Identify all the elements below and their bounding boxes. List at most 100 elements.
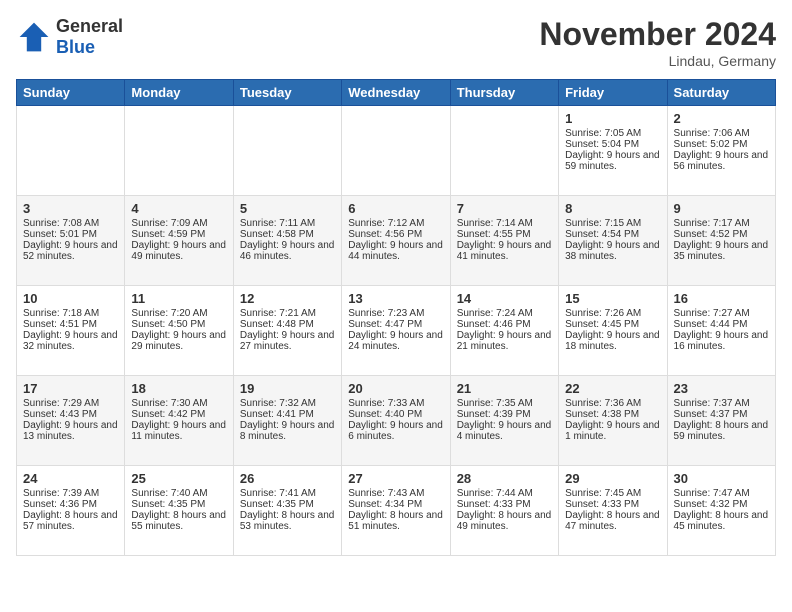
sunrise-text: Sunrise: 7:24 AM (457, 308, 533, 319)
sunset-text: Sunset: 4:51 PM (23, 319, 97, 330)
calendar-cell: 18Sunrise: 7:30 AMSunset: 4:42 PMDayligh… (125, 376, 233, 466)
sunset-text: Sunset: 4:58 PM (240, 229, 314, 240)
sunset-text: Sunset: 4:40 PM (348, 409, 422, 420)
sunrise-text: Sunrise: 7:33 AM (348, 398, 424, 409)
sunset-text: Sunset: 4:43 PM (23, 409, 97, 420)
header: General Blue November 2024 Lindau, Germa… (16, 16, 776, 69)
daylight-text: Daylight: 8 hours and 51 minutes. (348, 510, 443, 532)
daylight-text: Daylight: 9 hours and 52 minutes. (23, 240, 118, 262)
day-number: 25 (131, 471, 226, 486)
daylight-text: Daylight: 9 hours and 44 minutes. (348, 240, 443, 262)
sunrise-text: Sunrise: 7:30 AM (131, 398, 207, 409)
calendar-week-row: 10Sunrise: 7:18 AMSunset: 4:51 PMDayligh… (17, 286, 776, 376)
calendar-week-row: 17Sunrise: 7:29 AMSunset: 4:43 PMDayligh… (17, 376, 776, 466)
sunrise-text: Sunrise: 7:11 AM (240, 218, 315, 229)
calendar-cell: 8Sunrise: 7:15 AMSunset: 4:54 PMDaylight… (559, 196, 667, 286)
sunrise-text: Sunrise: 7:32 AM (240, 398, 316, 409)
daylight-text: Daylight: 9 hours and 35 minutes. (674, 240, 769, 262)
calendar-cell: 9 Sunrise: 7:17 AMSunset: 4:52 PMDaylight… (667, 196, 775, 286)
calendar-cell: 5Sunrise: 7:11 AMSunset: 4:58 PMDaylight… (233, 196, 341, 286)
sunrise-text: Sunrise: 7:18 AM (23, 308, 99, 319)
calendar-cell: 23Sunrise: 7:37 AMSunset: 4:37 PMDayligh… (667, 376, 775, 466)
calendar-cell: 11Sunrise: 7:20 AMSunset: 4:50 PMDayligh… (125, 286, 233, 376)
day-number: 6 (348, 201, 443, 216)
calendar-cell: 14Sunrise: 7:24 AMSunset: 4:46 PMDayligh… (450, 286, 558, 376)
weekday-header: Monday (125, 80, 233, 106)
day-number: 14 (457, 291, 552, 306)
daylight-text: Daylight: 8 hours and 49 minutes. (457, 510, 552, 532)
day-number: 18 (131, 381, 226, 396)
sunrise-text: Sunrise: 7:36 AM (565, 398, 641, 409)
sunrise-text: Sunrise: 7:26 AM (565, 308, 641, 319)
day-number: 8 (565, 201, 660, 216)
sunrise-text: Sunrise: 7:41 AM (240, 488, 316, 499)
sunrise-text: Sunrise: 7:17 AM (674, 218, 750, 229)
month-title: November 2024 (539, 16, 776, 53)
sunrise-text: Sunrise: 7:15 AM (565, 218, 641, 229)
calendar-cell (125, 106, 233, 196)
sunrise-text: Sunrise: 7:05 AM (565, 128, 641, 139)
daylight-text: Daylight: 8 hours and 47 minutes. (565, 510, 660, 532)
logo-general-text: General (56, 16, 123, 37)
weekday-header: Wednesday (342, 80, 450, 106)
calendar-cell: 22Sunrise: 7:36 AMSunset: 4:38 PMDayligh… (559, 376, 667, 466)
day-number: 2 (674, 111, 769, 126)
day-number: 21 (457, 381, 552, 396)
sunrise-text: Sunrise: 7:09 AM (131, 218, 207, 229)
sunset-text: Sunset: 4:39 PM (457, 409, 531, 420)
day-number: 9 (674, 201, 769, 216)
daylight-text: Daylight: 9 hours and 59 minutes. (565, 150, 660, 172)
day-number: 22 (565, 381, 660, 396)
calendar-cell: 29Sunrise: 7:45 AMSunset: 4:33 PMDayligh… (559, 466, 667, 556)
day-number: 15 (565, 291, 660, 306)
day-number: 7 (457, 201, 552, 216)
calendar-cell: 7Sunrise: 7:14 AMSunset: 4:55 PMDaylight… (450, 196, 558, 286)
calendar-cell: 4Sunrise: 7:09 AMSunset: 4:59 PMDaylight… (125, 196, 233, 286)
day-number: 19 (240, 381, 335, 396)
daylight-text: Daylight: 9 hours and 41 minutes. (457, 240, 552, 262)
calendar-cell: 15Sunrise: 7:26 AMSunset: 4:45 PMDayligh… (559, 286, 667, 376)
daylight-text: Daylight: 9 hours and 16 minutes. (674, 330, 769, 352)
daylight-text: Daylight: 9 hours and 32 minutes. (23, 330, 118, 352)
weekday-header: Thursday (450, 80, 558, 106)
day-number: 1 (565, 111, 660, 126)
location: Lindau, Germany (539, 53, 776, 69)
sunset-text: Sunset: 4:59 PM (131, 229, 205, 240)
sunset-text: Sunset: 4:48 PM (240, 319, 314, 330)
weekday-header-row: SundayMondayTuesdayWednesdayThursdayFrid… (17, 80, 776, 106)
daylight-text: Daylight: 8 hours and 59 minutes. (674, 420, 769, 442)
calendar-cell: 25Sunrise: 7:40 AMSunset: 4:35 PMDayligh… (125, 466, 233, 556)
sunrise-text: Sunrise: 7:23 AM (348, 308, 424, 319)
sunrise-text: Sunrise: 7:06 AM (674, 128, 750, 139)
day-number: 26 (240, 471, 335, 486)
calendar-cell: 21Sunrise: 7:35 AMSunset: 4:39 PMDayligh… (450, 376, 558, 466)
sunset-text: Sunset: 4:50 PM (131, 319, 205, 330)
logo-text: General Blue (56, 16, 123, 58)
sunrise-text: Sunrise: 7:29 AM (23, 398, 99, 409)
sunset-text: Sunset: 4:45 PM (565, 319, 639, 330)
sunset-text: Sunset: 4:47 PM (348, 319, 422, 330)
day-number: 27 (348, 471, 443, 486)
day-number: 24 (23, 471, 118, 486)
sunrise-text: Sunrise: 7:20 AM (131, 308, 207, 319)
day-number: 29 (565, 471, 660, 486)
calendar-cell (17, 106, 125, 196)
sunrise-text: Sunrise: 7:45 AM (565, 488, 641, 499)
sunset-text: Sunset: 4:38 PM (565, 409, 639, 420)
calendar-cell: 17Sunrise: 7:29 AMSunset: 4:43 PMDayligh… (17, 376, 125, 466)
sunset-text: Sunset: 4:34 PM (348, 499, 422, 510)
daylight-text: Daylight: 8 hours and 55 minutes. (131, 510, 226, 532)
sunrise-text: Sunrise: 7:14 AM (457, 218, 533, 229)
calendar-week-row: 1Sunrise: 7:05 AMSunset: 5:04 PMDaylight… (17, 106, 776, 196)
sunrise-text: Sunrise: 7:47 AM (674, 488, 750, 499)
calendar-cell: 27Sunrise: 7:43 AMSunset: 4:34 PMDayligh… (342, 466, 450, 556)
daylight-text: Daylight: 9 hours and 24 minutes. (348, 330, 443, 352)
sunrise-text: Sunrise: 7:40 AM (131, 488, 207, 499)
sunset-text: Sunset: 4:52 PM (674, 229, 748, 240)
sunset-text: Sunset: 4:44 PM (674, 319, 748, 330)
sunset-text: Sunset: 4:54 PM (565, 229, 639, 240)
weekday-header: Friday (559, 80, 667, 106)
sunset-text: Sunset: 4:41 PM (240, 409, 314, 420)
day-number: 16 (674, 291, 769, 306)
sunset-text: Sunset: 4:35 PM (240, 499, 314, 510)
